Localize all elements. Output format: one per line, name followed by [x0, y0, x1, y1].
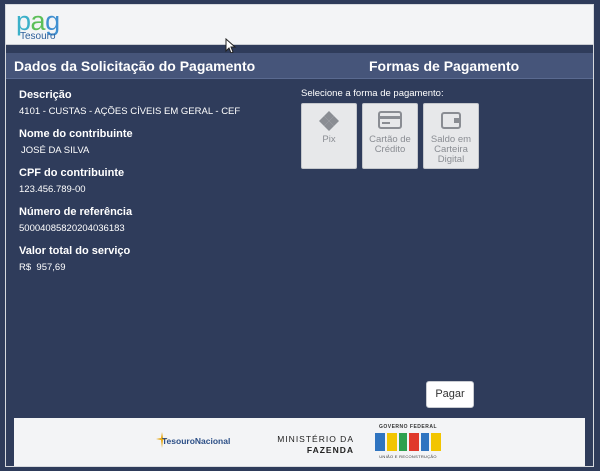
- ministerio-line1: MINISTÉRIO DA: [277, 434, 354, 444]
- field-description: Descrição 4101 - CUSTAS - AÇÕES CÍVEIS E…: [19, 89, 240, 117]
- app-frame: pag Tesouro Dados da Solicitação do Paga…: [5, 4, 594, 467]
- label-line: Digital: [437, 154, 465, 165]
- request-data-header: Dados da Solicitação do Pagamento: [6, 53, 289, 79]
- mouse-cursor-icon: [225, 38, 237, 54]
- field-value: 50004085820204036183: [19, 223, 125, 234]
- field-total-value: Valor total do serviço R$ 957,69: [19, 245, 130, 273]
- field-value: 4101 - CUSTAS - AÇÕES CÍVEIS EM GERAL - …: [19, 106, 241, 117]
- field-value: JOSÉ DA SILVA: [21, 145, 90, 156]
- field-reference-number: Número de referência 5000408582020403618…: [19, 206, 132, 234]
- governo-federal-logo: GOVERNO FEDERAL UNIÃO E RECONSTRUÇÃO: [374, 424, 442, 462]
- wallet-icon: [424, 110, 478, 132]
- credit-card-option-button[interactable]: Cartão de Crédito: [362, 103, 418, 169]
- payment-methods-header: Formas de Pagamento: [289, 53, 593, 79]
- logo-subtext: Tesouro: [20, 31, 56, 42]
- field-taxpayer-name: Nome do contribuinte JOSÉ DA SILVA: [19, 128, 133, 156]
- pix-icon: [302, 110, 356, 132]
- field-value: R$ 957,69: [19, 262, 66, 273]
- field-label: Descrição: [19, 89, 72, 101]
- pix-option-button[interactable]: Pix: [301, 103, 357, 169]
- gov-federal-text: GOVERNO FEDERAL: [378, 424, 438, 430]
- field-value: 123.456.789-00: [19, 184, 86, 195]
- ministerio-fazenda-logo: MINISTÉRIO DA FAZENDA: [274, 434, 354, 456]
- credit-card-label: Cartão de Crédito: [363, 135, 417, 155]
- pagtesouro-logo[interactable]: pag Tesouro: [16, 8, 86, 44]
- brasil-wordmark-icon: [374, 431, 442, 453]
- payment-method-prompt: Selecione a forma de pagamento:: [301, 88, 444, 99]
- uniao-text: UNIÃO E RECONSTRUÇÃO: [379, 454, 437, 459]
- credit-card-icon: [363, 110, 417, 132]
- label-line: Crédito: [374, 144, 406, 155]
- field-label: Nome do contribuinte: [19, 128, 133, 140]
- ministerio-line2: FAZENDA: [306, 445, 354, 455]
- top-bar: pag Tesouro: [6, 5, 593, 54]
- payment-methods-title: Formas de Pagamento: [369, 58, 520, 74]
- field-cpf: CPF do contribuinte 123.456.789-00: [19, 167, 124, 195]
- pay-button[interactable]: Pagar: [426, 381, 474, 408]
- request-data-title: Dados da Solicitação do Pagamento: [14, 58, 256, 74]
- digital-wallet-label: Saldo em Carteira Digital: [424, 135, 478, 165]
- pix-label: Pix: [322, 134, 336, 145]
- tesouro-nacional-text: TesouroNacional: [162, 436, 231, 446]
- footer: TesouroNacional MINISTÉRIO DA FAZENDA GO…: [14, 418, 585, 466]
- field-label: Valor total do serviço: [19, 245, 131, 257]
- field-label: CPF do contribuinte: [19, 167, 125, 179]
- digital-wallet-option-button[interactable]: Saldo em Carteira Digital: [423, 103, 479, 169]
- field-label: Número de referência: [19, 206, 133, 218]
